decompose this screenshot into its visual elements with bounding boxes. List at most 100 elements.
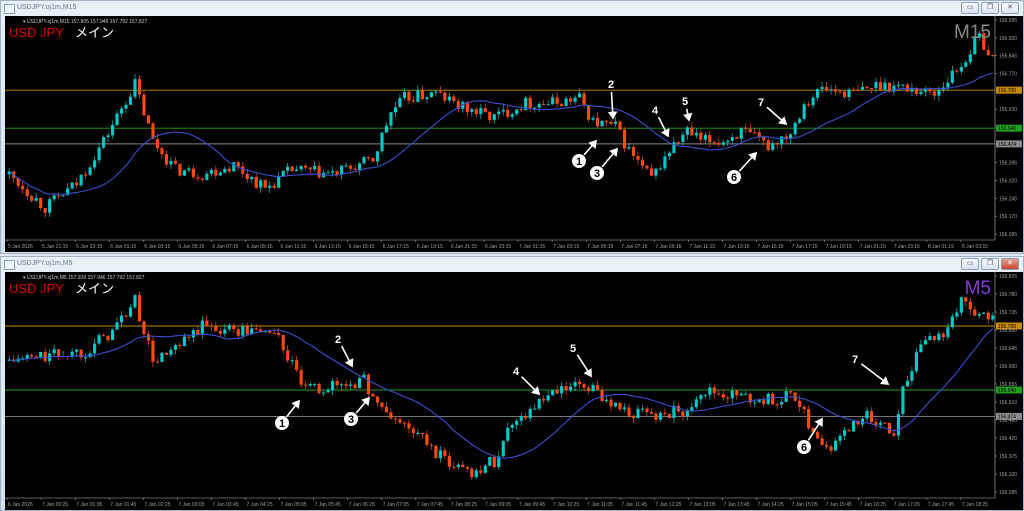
candle-body xyxy=(223,168,227,173)
time-tick-label: 7 Jan 18:25 xyxy=(962,502,988,508)
candle-body xyxy=(587,105,591,120)
candle-body xyxy=(869,411,874,423)
candle-body xyxy=(160,148,164,155)
candle-body xyxy=(200,320,204,335)
annotation-number: 4 xyxy=(652,105,659,117)
candle-body xyxy=(914,352,918,372)
candle-body xyxy=(604,120,609,122)
candle-body xyxy=(97,335,101,344)
candle-body xyxy=(820,438,824,445)
candle-body xyxy=(308,384,312,386)
candle-body xyxy=(838,435,842,441)
time-tick-label: 7 Jan 07:15 xyxy=(621,244,647,250)
candle-body xyxy=(842,91,847,97)
candle-body xyxy=(124,315,128,317)
time-tick-label: 7 Jan 04:25 xyxy=(246,502,272,508)
price-level-label: 156.540 xyxy=(998,388,1016,394)
candle-body xyxy=(317,165,321,178)
candle-body xyxy=(30,355,34,357)
candle-body xyxy=(470,109,474,112)
close-button[interactable]: ✕ xyxy=(1001,258,1019,270)
candle-body xyxy=(762,400,766,404)
candle-body xyxy=(865,411,869,419)
candle-body xyxy=(618,121,622,130)
chart-background xyxy=(5,272,1023,510)
candle-body xyxy=(757,400,761,403)
candle-body xyxy=(52,195,56,200)
time-tick-label: 7 Jan 03:05 xyxy=(178,502,204,508)
time-tick-label: 6 Jan 13:15 xyxy=(315,244,341,250)
candle-body xyxy=(272,185,276,188)
candle-body xyxy=(775,404,779,406)
candle-body xyxy=(802,406,806,410)
candle-body xyxy=(690,127,694,136)
candle-body xyxy=(600,390,604,401)
time-tick-label: 6 Jan 23:15 xyxy=(485,244,511,250)
restore-button[interactable]: ❐ xyxy=(981,2,999,14)
candle-body xyxy=(182,336,186,347)
candle-body xyxy=(631,146,636,157)
minimize-button[interactable]: ▭ xyxy=(961,258,979,270)
candle-body xyxy=(411,428,415,434)
time-tick-label: 7 Jan 07:45 xyxy=(417,502,443,508)
candle-body xyxy=(191,168,195,178)
candle-body xyxy=(295,169,299,171)
candle-body xyxy=(627,146,631,149)
candle-body xyxy=(609,399,613,407)
time-tick-label: 6 Jan 2026 xyxy=(8,502,33,508)
candle-body xyxy=(173,344,177,350)
candle-body xyxy=(447,96,451,101)
minimize-button[interactable]: ▭ xyxy=(961,2,979,14)
candle-body xyxy=(295,360,299,371)
price-tick-label: 156.845 xyxy=(999,54,1017,60)
price-tick-label: 156.995 xyxy=(999,18,1017,24)
time-tick-label: 7 Jan 00:25 xyxy=(42,502,68,508)
candle-body xyxy=(340,165,344,175)
candle-body xyxy=(146,115,151,124)
candle-body xyxy=(357,163,362,170)
time-tick-label: 7 Jan 19:15 xyxy=(826,244,852,250)
candle-body xyxy=(304,165,308,168)
candle-body xyxy=(780,401,784,405)
candle-body xyxy=(528,408,532,419)
candle-body xyxy=(434,445,438,459)
time-tick-label: 7 Jan 15:45 xyxy=(826,502,852,508)
candle-body xyxy=(398,97,402,108)
m15-title-bar[interactable]: USDJPY.oj1m,M15 ▭ ❐ ✕ xyxy=(1,1,1023,15)
candle-body xyxy=(375,151,380,162)
close-button[interactable]: ✕ xyxy=(1001,2,1019,14)
candle-body xyxy=(232,162,236,172)
candle-body xyxy=(344,384,348,386)
candle-body xyxy=(658,412,662,420)
timeframe-label: M5 xyxy=(965,278,991,299)
candle-body xyxy=(128,307,133,317)
candle-body xyxy=(223,329,227,334)
candle-body xyxy=(604,399,609,401)
candle-body xyxy=(84,357,88,359)
annotation-number: 5 xyxy=(682,96,688,108)
candle-body xyxy=(744,393,748,395)
restore-button[interactable]: ❐ xyxy=(981,258,999,270)
m5-title-bar[interactable]: USDJPY.oj1m,M5 ▭ ❐ ✕ xyxy=(1,257,1023,271)
candle-body xyxy=(681,411,685,417)
candle-body xyxy=(164,352,168,355)
candle-body xyxy=(515,420,519,425)
window-title: USDJPY.oj1m,M5 xyxy=(17,260,73,267)
candle-body xyxy=(892,433,896,436)
candle-body xyxy=(636,408,640,419)
candle-body xyxy=(101,335,106,337)
time-tick-label: 7 Jan 08:25 xyxy=(451,502,477,508)
candle-body xyxy=(25,189,29,197)
m5-price-chart[interactable]: 156.700156.540156.474156.825156.780156.7… xyxy=(5,272,1023,510)
candle-body xyxy=(654,413,658,420)
candle-body xyxy=(896,85,901,87)
candle-body xyxy=(326,172,330,174)
candle-body xyxy=(663,412,667,415)
price-tick-label: 156.620 xyxy=(999,107,1017,113)
candle-body xyxy=(119,108,124,114)
candle-body xyxy=(578,93,582,98)
m15-price-chart[interactable]: 156.700 156.540 156.474 156.995 156.920 156.8… xyxy=(5,16,1023,252)
candle-body xyxy=(712,387,716,394)
candle-body xyxy=(196,177,200,179)
candle-body xyxy=(878,422,883,425)
